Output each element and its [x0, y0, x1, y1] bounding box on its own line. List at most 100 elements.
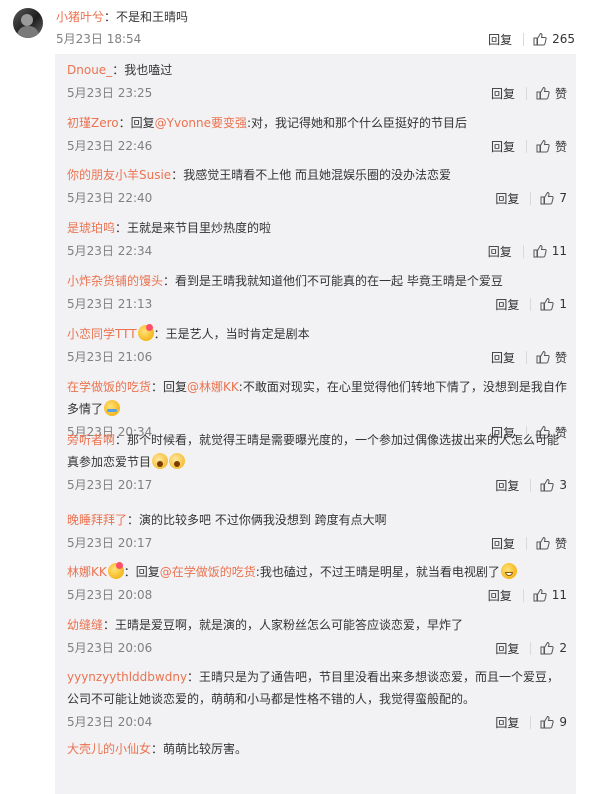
like-count[interactable]: 3	[559, 478, 567, 492]
reply-username[interactable]: yyynzyythlddbwdny	[67, 670, 187, 684]
thumbs-up-icon[interactable]	[536, 139, 550, 153]
divider	[522, 244, 524, 258]
like-count[interactable]: 赞	[555, 535, 567, 552]
reply-button[interactable]: 回复	[495, 714, 519, 731]
reply-text: ：那个时候看，就觉得王晴是需要曝光度的，一个参加过偶像选拔出来的人怎么可能真参加…	[67, 433, 560, 469]
reply-content: 小炸杂货铺的馒头：看到是王晴我就知道他们不可能真的在一起 毕竟王晴是个爱豆	[67, 270, 567, 292]
reply-username[interactable]: 小恋同学TTT	[67, 327, 137, 341]
thumbs-up-icon[interactable]	[536, 536, 550, 550]
reply-content: yyynzyythlddbwdny：王晴只是为了通告吧，节目里没看出来多想谈恋爱…	[67, 666, 567, 710]
thumbs-up-icon[interactable]	[540, 297, 555, 311]
reply-item: 晚睡拜拜了：演的比较多吧 不过你俩我没想到 跨度有点大啊 5月23日 20:17 回…	[67, 509, 567, 552]
reply-prefix: ：回复	[118, 116, 155, 130]
like-count[interactable]: 赞	[555, 85, 567, 102]
main-comment: 小猪叶兮：不是和王晴吗 5月23日 18:54 回复 265	[0, 0, 591, 50]
reply-actions: 回复 2	[495, 639, 567, 657]
thumbs-up-icon[interactable]	[540, 478, 555, 492]
mention-link[interactable]: @Yvonne要变强	[155, 116, 247, 130]
shock-emoji-icon	[169, 453, 186, 469]
like-count[interactable]: 2	[559, 641, 567, 655]
reply-button[interactable]: 回复	[488, 587, 512, 604]
reply-actions: 回复 11	[488, 586, 567, 604]
reply-content: 在学做饭的吃货：回复@林娜KK:不敢面对现实，在心里觉得他们转地下情了，没想到是…	[67, 376, 567, 420]
thumbs-up-icon[interactable]	[540, 641, 555, 655]
reply-time: 5月23日 20:04	[67, 715, 153, 729]
like-count[interactable]: 赞	[555, 138, 567, 155]
like-count[interactable]: 1	[559, 297, 567, 311]
reply-content: 初瑾Zero：回复@Yvonne要变强:对，我记得她和那个什么臣挺好的节目后	[67, 112, 567, 134]
divider	[525, 86, 527, 100]
reply-button[interactable]: 回复	[495, 477, 519, 494]
reply-username[interactable]: 旁听者啊	[67, 433, 115, 447]
reply-username[interactable]: 晚睡拜拜了	[67, 513, 127, 527]
reply-item: 林娜KK ：回复@在学做饭的吃货:我也磕过，不过王晴是明星，就当看电视剧了 5月23…	[67, 561, 567, 604]
like-count[interactable]: 赞	[555, 349, 567, 366]
reply-actions: 回复 3	[495, 476, 567, 494]
reply-text: ：演的比较多吧 不过你俩我没想到 跨度有点大啊	[127, 513, 387, 527]
reply-actions: 回复 7	[495, 189, 567, 207]
reply-time: 5月23日 20:17	[67, 478, 153, 492]
reply-button[interactable]: 回复	[495, 640, 519, 657]
reply-button[interactable]: 回复	[491, 349, 515, 366]
reply-item: 小恋同学TTT ：王是艺人，当时肯定是剧本 5月23日 21:06 回复赞	[67, 323, 567, 366]
reply-item: 大壳儿的小仙女：萌萌比较厉害。	[67, 738, 567, 760]
reply-username[interactable]: 初瑾Zero	[67, 116, 119, 130]
divider	[530, 297, 532, 311]
reply-button[interactable]: 回复	[495, 296, 519, 313]
mention-link[interactable]: @在学做饭的吃货	[160, 565, 256, 579]
reply-button[interactable]: 回复	[491, 138, 515, 155]
reply-username[interactable]: 大壳儿的小仙女	[67, 742, 151, 756]
divider	[530, 191, 532, 205]
reply-button[interactable]: 回复	[491, 535, 515, 552]
reply-content: 是琥珀呜：王就是来节目里炒热度的啦	[67, 217, 567, 239]
thumbs-up-icon[interactable]	[533, 244, 547, 258]
reply-item: 是琥珀呜：王就是来节目里炒热度的啦 5月23日 22:34 回复 11	[67, 217, 567, 260]
reply-text: ：我感觉王晴看不上他 而且她混娱乐圈的没办法恋爱	[171, 168, 452, 182]
thumbs-up-icon[interactable]	[540, 191, 555, 205]
reply-item: 旁听者啊：那个时候看，就觉得王晴是需要曝光度的，一个参加过偶像选拔出来的人怎么可…	[67, 429, 567, 494]
reply-button[interactable]: 回复	[495, 190, 519, 207]
avatar[interactable]	[13, 8, 43, 38]
reply-username[interactable]: 林娜KK	[67, 565, 107, 579]
reply-time: 5月23日 21:13	[67, 297, 153, 311]
heart-emoji-icon	[107, 562, 124, 579]
thumbs-up-icon[interactable]	[536, 350, 550, 364]
like-count[interactable]: 265	[552, 32, 575, 46]
mention-link[interactable]: @林娜KK	[187, 380, 239, 394]
like-count[interactable]: 9	[559, 715, 567, 729]
divider	[530, 715, 532, 729]
thumbs-up-icon[interactable]	[533, 588, 547, 602]
divider	[525, 536, 527, 550]
like-count[interactable]: 11	[552, 588, 567, 602]
reply-item: 你的朋友小羊Susie：我感觉王晴看不上他 而且她混娱乐圈的没办法恋爱 5月23日…	[67, 164, 567, 207]
comment-actions: 回复 265	[488, 30, 575, 48]
reply-prefix: ：回复	[151, 380, 188, 394]
divider	[525, 350, 527, 364]
comment-username[interactable]: 小猪叶兮	[56, 10, 104, 24]
reply-content: 晚睡拜拜了：演的比较多吧 不过你俩我没想到 跨度有点大啊	[67, 509, 567, 531]
thumbs-up-icon[interactable]	[536, 86, 550, 100]
shock-emoji-icon	[152, 453, 169, 469]
reply-text: ：王就是来节目里炒热度的啦	[115, 221, 272, 235]
reply-content: 大壳儿的小仙女：萌萌比较厉害。	[67, 738, 567, 760]
reply-time: 5月23日 20:06	[67, 641, 153, 655]
reply-button[interactable]: 回复	[491, 85, 515, 102]
reply-username[interactable]: 小炸杂货铺的馒头	[67, 274, 163, 288]
reply-button[interactable]: 回复	[488, 31, 512, 48]
reply-username[interactable]: Dnoue_	[67, 63, 112, 77]
reply-button[interactable]: 回复	[488, 243, 512, 260]
reply-actions: 回复 9	[495, 713, 567, 731]
reply-actions: 回复 赞	[491, 84, 567, 102]
reply-list: Dnoue_：我也嗑过 5月23日 23:25 回复赞初瑾Zero：回复@Yvonn…	[55, 54, 576, 794]
thumbs-up-icon[interactable]	[540, 715, 555, 729]
like-count[interactable]: 7	[559, 191, 567, 205]
like-count[interactable]: 11	[552, 244, 567, 258]
reply-username[interactable]: 你的朋友小羊Susie	[67, 168, 171, 182]
reply-username[interactable]: 在学做饭的吃货	[67, 380, 151, 394]
reply-prefix: ：回复	[123, 565, 160, 579]
reply-username[interactable]: 幼缝缝	[67, 618, 103, 632]
thumbs-up-icon[interactable]	[533, 32, 547, 46]
reply-actions: 回复 赞	[491, 534, 567, 552]
reply-item: yyynzyythlddbwdny：王晴只是为了通告吧，节目里没看出来多想谈恋爱…	[67, 666, 567, 731]
reply-username[interactable]: 是琥珀呜	[67, 221, 115, 235]
